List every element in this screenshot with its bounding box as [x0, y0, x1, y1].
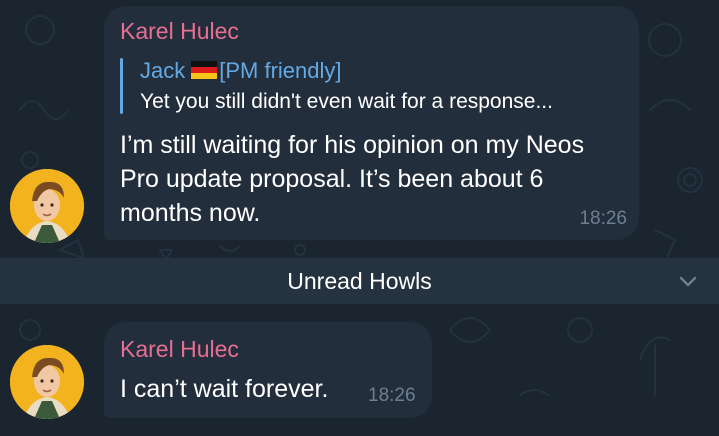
- message-bubble[interactable]: Karel Hulec Jack [PM friendly] Yet you st…: [104, 6, 639, 240]
- message-bubble[interactable]: Karel Hulec I can’t wait forever. 18:26: [104, 322, 432, 418]
- reply-preview[interactable]: Jack [PM friendly] Yet you still didn't e…: [120, 56, 620, 118]
- sender-avatar[interactable]: [10, 345, 84, 419]
- reply-author: Jack [PM friendly]: [140, 58, 342, 85]
- sender-name[interactable]: Karel Hulec: [120, 336, 239, 363]
- german-flag-icon: [191, 59, 218, 85]
- reply-quoted-text: Yet you still didn't even wait for a res…: [140, 90, 553, 113]
- reply-author-tag: [PM friendly]: [219, 58, 342, 83]
- reply-author-name: Jack: [140, 58, 186, 83]
- message-timestamp: 18:26: [368, 385, 416, 406]
- reply-accent-bar: [120, 58, 123, 114]
- chevron-down-icon[interactable]: [673, 266, 703, 296]
- unread-divider: Unread Howls: [0, 258, 719, 304]
- unread-divider-label: Unread Howls: [287, 268, 432, 294]
- sender-name[interactable]: Karel Hulec: [120, 18, 239, 45]
- avatar-portrait-icon: [10, 169, 84, 243]
- avatar-portrait-icon: [10, 345, 84, 419]
- message-text: I’m still waiting for his opinion on my …: [120, 131, 585, 227]
- sender-avatar[interactable]: [10, 169, 84, 243]
- message-text: I can’t wait forever.: [120, 375, 329, 403]
- message-timestamp: 18:26: [579, 208, 627, 229]
